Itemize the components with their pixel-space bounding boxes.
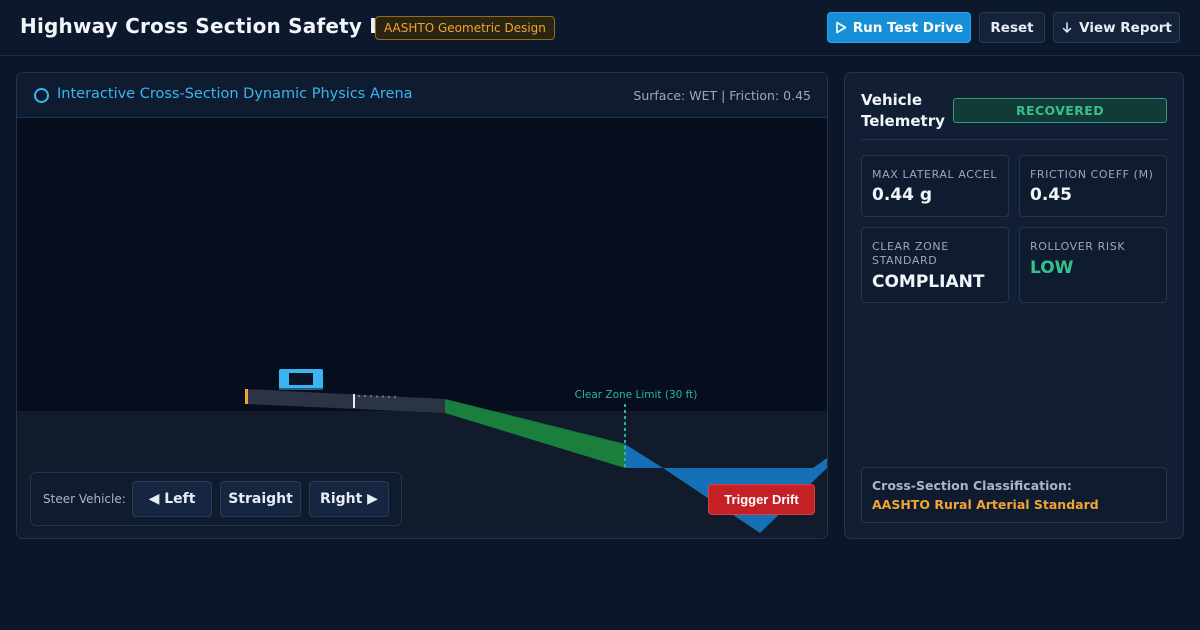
metric-rollover-risk: ROLLOVER RISK LOW bbox=[1019, 227, 1167, 303]
metric-value: LOW bbox=[1030, 258, 1074, 278]
classification-value: AASHTO Rural Arterial Standard bbox=[872, 497, 1099, 512]
metric-label: FRICTION COEFF (M) bbox=[1030, 168, 1154, 181]
vehicle bbox=[279, 369, 323, 390]
metric-friction-coeff: FRICTION COEFF (M) 0.45 bbox=[1019, 155, 1167, 217]
physics-arena-panel: Interactive Cross-Section Dynamic Physic… bbox=[16, 72, 828, 539]
metric-clear-zone-standard: CLEAR ZONE STANDARD COMPLIANT bbox=[861, 227, 1009, 303]
steer-straight-button[interactable]: Straight bbox=[220, 481, 301, 517]
run-test-drive-label: Run Test Drive bbox=[852, 19, 964, 36]
top-bar: Highway Cross Section Safety Lab AASHTO … bbox=[0, 0, 1200, 56]
clear-zone-label: Clear Zone Limit (30 ft) bbox=[575, 389, 698, 401]
standard-badge: AASHTO Geometric Design bbox=[375, 16, 555, 40]
view-report-button[interactable]: View Report bbox=[1053, 12, 1180, 43]
steer-left-button[interactable]: ◀ Left bbox=[132, 481, 212, 517]
metric-label: CLEAR ZONE STANDARD bbox=[872, 240, 949, 267]
play-icon bbox=[835, 21, 847, 34]
steer-label: Steer Vehicle: bbox=[43, 492, 126, 506]
run-test-drive-button[interactable]: Run Test Drive bbox=[827, 12, 971, 43]
metric-value: 0.44 g bbox=[872, 185, 933, 205]
pavement-edge-marker bbox=[245, 389, 248, 404]
metric-max-lateral-accel: MAX LATERAL ACCEL 0.44 g bbox=[861, 155, 1009, 217]
status-badge: RECOVERED bbox=[953, 98, 1167, 123]
surface-status: Surface: WET | Friction: 0.45 bbox=[633, 88, 811, 103]
lane-line bbox=[353, 394, 355, 408]
arena-header: Interactive Cross-Section Dynamic Physic… bbox=[17, 73, 827, 118]
steer-right-button[interactable]: Right ▶ bbox=[309, 481, 389, 517]
divider bbox=[861, 139, 1167, 140]
metric-value: 0.45 bbox=[1030, 185, 1072, 205]
telemetry-title: Vehicle Telemetry bbox=[861, 91, 945, 130]
sky-area bbox=[17, 118, 827, 411]
classification-label: Cross-Section Classification: bbox=[872, 478, 1072, 493]
app-title: Highway Cross Section Safety Lab bbox=[20, 14, 411, 38]
telemetry-panel: Vehicle Telemetry RECOVERED MAX LATERAL … bbox=[844, 72, 1184, 539]
arrow-down-icon bbox=[1061, 21, 1073, 34]
metric-label: MAX LATERAL ACCEL bbox=[872, 168, 998, 181]
reset-button[interactable]: Reset bbox=[979, 12, 1045, 43]
reset-label: Reset bbox=[990, 19, 1034, 36]
metric-label: ROLLOVER RISK bbox=[1030, 240, 1126, 253]
view-report-label: View Report bbox=[1079, 19, 1172, 36]
steer-controls: Steer Vehicle: ◀ Left Straight Right ▶ bbox=[30, 472, 402, 526]
trigger-drift-button[interactable]: Trigger Drift bbox=[708, 484, 815, 515]
arena-title: Interactive Cross-Section Dynamic Physic… bbox=[57, 86, 413, 102]
cross-section-classification: Cross-Section Classification: AASHTO Rur… bbox=[861, 467, 1167, 523]
metric-value: COMPLIANT bbox=[872, 272, 985, 292]
circle-icon bbox=[34, 88, 49, 103]
